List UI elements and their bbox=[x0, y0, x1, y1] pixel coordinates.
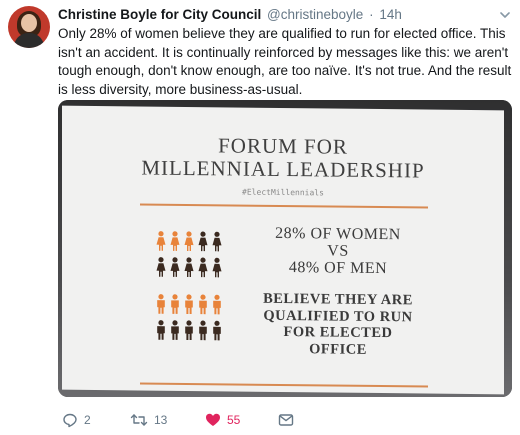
stat-men: 48% OF MEN bbox=[288, 259, 388, 278]
man-icon bbox=[157, 294, 165, 314]
woman-icon bbox=[156, 257, 166, 277]
tweet-actions: 2 13 55 bbox=[58, 410, 512, 430]
slide-divider-top bbox=[140, 203, 428, 209]
retweet-button[interactable]: 13 bbox=[130, 410, 167, 430]
retweet-count: 13 bbox=[154, 413, 168, 427]
caption-line3: FOR ELECTED bbox=[283, 324, 393, 342]
man-icon bbox=[185, 320, 193, 341]
woman-icon bbox=[198, 231, 208, 252]
stat-block: 28% OF WOMEN VS 48% OF MEN bbox=[238, 225, 438, 278]
author-handle[interactable]: @christineboyle bbox=[267, 7, 363, 22]
tweet-photo[interactable]: FORUM FOR MILLENNIAL LEADERSHIP #ElectMi… bbox=[58, 100, 512, 397]
avatar-face bbox=[21, 14, 37, 32]
men-figures bbox=[154, 292, 229, 350]
tweet-text: Only 28% of women believe they are quali… bbox=[58, 26, 512, 97]
tweet-time[interactable]: 14h bbox=[379, 7, 402, 22]
stat-women: 28% OF WOMEN bbox=[275, 224, 401, 244]
man-icon bbox=[213, 320, 221, 341]
woman-icon bbox=[184, 231, 194, 252]
man-icon bbox=[171, 294, 179, 314]
woman-icon bbox=[212, 231, 222, 252]
heart-icon bbox=[206, 413, 220, 426]
man-figure-grid bbox=[157, 294, 221, 341]
woman-icon bbox=[184, 257, 194, 278]
message-icon bbox=[278, 414, 294, 426]
avatar[interactable] bbox=[8, 6, 50, 48]
woman-figure-grid bbox=[156, 231, 222, 278]
tweet: Christine Boyle for City Council @christ… bbox=[0, 0, 520, 435]
avatar-body bbox=[14, 33, 44, 48]
man-icon bbox=[199, 294, 207, 315]
retweet-icon bbox=[130, 414, 148, 426]
chevron-down-icon[interactable] bbox=[498, 8, 512, 22]
caption-line4: OFFICE bbox=[309, 340, 367, 358]
woman-icon bbox=[212, 257, 222, 278]
slide-title-line2: MILLENNIAL LEADERSHIP bbox=[141, 155, 425, 183]
man-icon bbox=[157, 320, 165, 340]
like-count: 55 bbox=[227, 413, 241, 427]
slide-hashtag: #ElectMillennials bbox=[242, 187, 324, 198]
separator-dot: · bbox=[369, 7, 374, 22]
presentation-slide: FORUM FOR MILLENNIAL LEADERSHIP #ElectMi… bbox=[62, 105, 504, 395]
woman-icon bbox=[156, 231, 166, 251]
man-icon bbox=[199, 320, 207, 341]
caption-line1: BELIEVE THEY ARE bbox=[263, 290, 413, 309]
author-name[interactable]: Christine Boyle for City Council bbox=[58, 7, 261, 22]
direct-message-button[interactable] bbox=[278, 410, 300, 430]
slide-divider-bottom bbox=[140, 382, 428, 388]
women-figures bbox=[154, 229, 229, 287]
woman-icon bbox=[198, 257, 208, 278]
woman-icon bbox=[170, 231, 180, 251]
tweet-header: Christine Boyle for City Council @christ… bbox=[58, 7, 402, 22]
man-icon bbox=[213, 294, 221, 315]
caption-line2: QUALIFIED TO RUN bbox=[263, 307, 413, 325]
man-icon bbox=[171, 320, 179, 340]
man-icon bbox=[185, 294, 193, 315]
caption-block: BELIEVE THEY ARE QUALIFIED TO RUN FOR EL… bbox=[238, 291, 438, 359]
woman-icon bbox=[170, 257, 180, 277]
stat-vs: VS bbox=[327, 242, 349, 260]
reply-count: 2 bbox=[84, 413, 91, 427]
like-button[interactable]: 55 bbox=[205, 410, 240, 430]
reply-button[interactable]: 2 bbox=[62, 410, 91, 430]
reply-icon bbox=[63, 413, 77, 428]
